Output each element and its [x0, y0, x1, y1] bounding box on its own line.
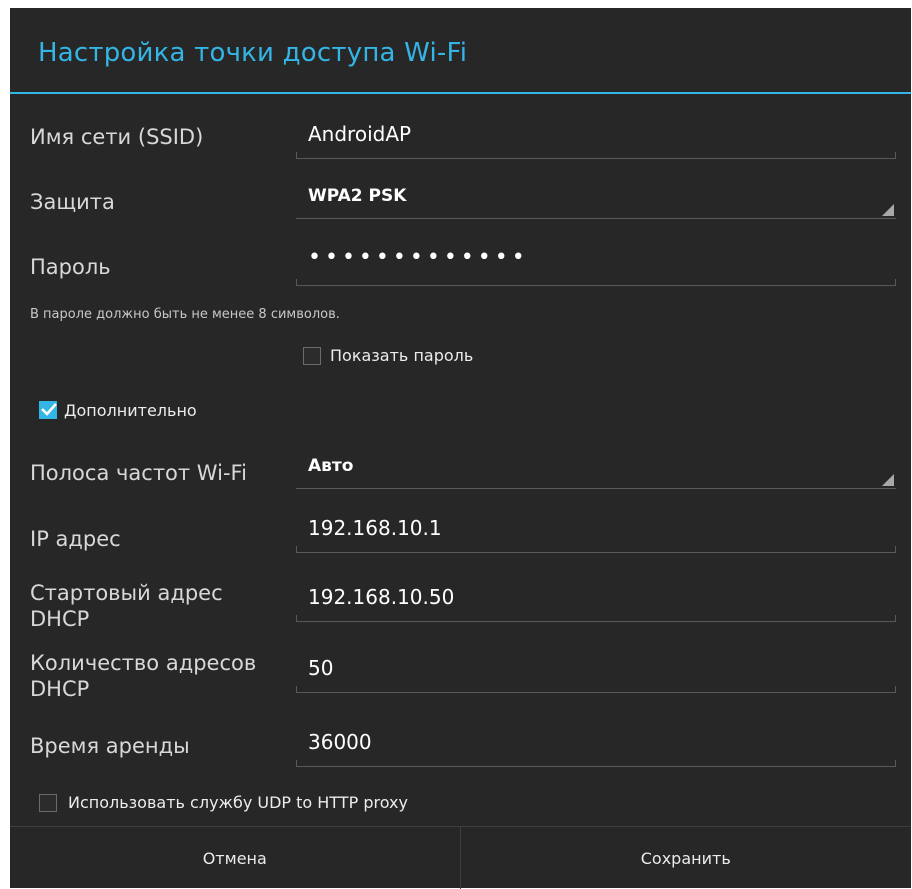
ssid-label: Имя сети (SSID)	[30, 125, 204, 149]
dhcp-start-label-line2: DHCP	[30, 607, 90, 631]
dhcp-start-value: 192.168.10.50	[308, 585, 455, 609]
advanced-checkbox[interactable]	[39, 401, 57, 419]
spinner-arrow-icon	[882, 204, 894, 216]
dhcp-count-input[interactable]: 50	[296, 642, 896, 693]
wifi-hotspot-dialog: Настройка точки доступа Wi-Fi Имя сети (…	[10, 8, 911, 889]
ssid-value: AndroidAP	[308, 122, 412, 146]
ip-input[interactable]: 192.168.10.1	[296, 502, 896, 553]
cancel-button[interactable]: Отмена	[10, 827, 461, 889]
security-value: WPA2 PSK	[308, 186, 407, 206]
ip-value: 192.168.10.1	[308, 516, 442, 540]
security-label: Защита	[30, 190, 115, 214]
lease-input[interactable]: 36000	[296, 716, 896, 767]
dhcp-count-label-line1: Количество адресов	[30, 651, 257, 675]
lease-label: Время аренды	[30, 734, 190, 758]
lease-value: 36000	[308, 730, 372, 754]
dialog-title-bar: Настройка точки доступа Wi-Fi	[10, 8, 911, 94]
ip-label: IP адрес	[30, 527, 121, 551]
ssid-input[interactable]: AndroidAP	[296, 108, 896, 159]
checkmark-icon	[41, 403, 57, 416]
dialog-title: Настройка точки доступа Wi-Fi	[38, 38, 468, 68]
band-label: Полоса частот Wi-Fi	[30, 461, 247, 485]
save-button[interactable]: Сохранить	[461, 827, 912, 889]
dhcp-count-value: 50	[308, 656, 334, 680]
udp-proxy-checkbox[interactable]	[39, 794, 57, 812]
dhcp-count-label: Количество адресов DHCP	[30, 650, 256, 702]
band-value: Авто	[308, 456, 354, 476]
password-value: •••••••••••••	[308, 245, 529, 270]
security-spinner[interactable]: WPA2 PSK	[296, 178, 896, 219]
show-password-label: Показать пароль	[330, 346, 474, 365]
udp-proxy-label: Использовать службу UDP to HTTP proxy	[68, 793, 408, 812]
advanced-label: Дополнительно	[64, 401, 197, 420]
password-label: Пароль	[30, 255, 111, 279]
spinner-arrow-icon	[882, 474, 894, 486]
button-bar: Отмена Сохранить	[10, 826, 911, 889]
password-hint: В пароле должно быть не менее 8 символов…	[30, 307, 340, 322]
show-password-checkbox[interactable]	[303, 347, 321, 365]
dhcp-count-label-line2: DHCP	[30, 677, 90, 701]
band-spinner[interactable]: Авто	[296, 448, 896, 489]
dhcp-start-label-line1: Стартовый адрес	[30, 581, 223, 605]
dhcp-start-label: Стартовый адрес DHCP	[30, 580, 223, 632]
password-input[interactable]: •••••••••••••	[296, 235, 896, 286]
dhcp-start-input[interactable]: 192.168.10.50	[296, 571, 896, 622]
